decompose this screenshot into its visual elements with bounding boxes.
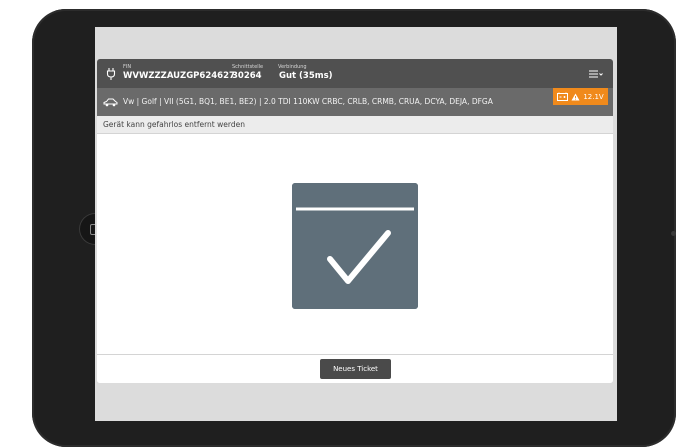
interface-value: 30264	[232, 71, 262, 81]
footer-bar: Neues Ticket	[97, 354, 613, 383]
header-bar: FIN WVWZZZAUZGP624627 Schnittstelle 3026…	[97, 59, 613, 88]
status-bar: Gerät kann gefahrlos entfernt werden	[97, 116, 613, 134]
screen: FIN WVWZZZAUZGP624627 Schnittstelle 3026…	[95, 27, 617, 421]
vehicle-bar: Vw | Golf | VII (5G1, BQ1, BE1, BE2) | 2…	[97, 88, 613, 116]
battery-voltage: 12.1V	[583, 92, 604, 101]
warning-icon	[571, 93, 580, 100]
connection-value: Gut (35ms)	[279, 71, 333, 81]
checkmark-icon	[292, 183, 418, 309]
app-window: FIN WVWZZZAUZGP624627 Schnittstelle 3026…	[97, 59, 613, 383]
car-icon	[103, 98, 118, 107]
battery-icon	[557, 92, 569, 101]
new-ticket-button[interactable]: Neues Ticket	[320, 359, 391, 379]
interface-field: Schnittstelle 30264	[232, 64, 263, 82]
status-message: Gerät kann gefahrlos entfernt werden	[103, 120, 245, 129]
fin-field: FIN WVWZZZAUZGP624627	[123, 64, 235, 82]
plug-icon	[106, 68, 116, 80]
vehicle-description: Vw | Golf | VII (5G1, BQ1, BE1, BE2) | 2…	[123, 97, 493, 106]
camera-dot	[671, 231, 676, 236]
fin-value: WVWZZZAUZGP624627	[123, 71, 235, 81]
hamburger-chevron-icon[interactable]	[589, 69, 603, 79]
connection-field: Verbindung Gut (35ms)	[278, 64, 333, 82]
battery-badge[interactable]: 12.1V	[553, 88, 608, 105]
